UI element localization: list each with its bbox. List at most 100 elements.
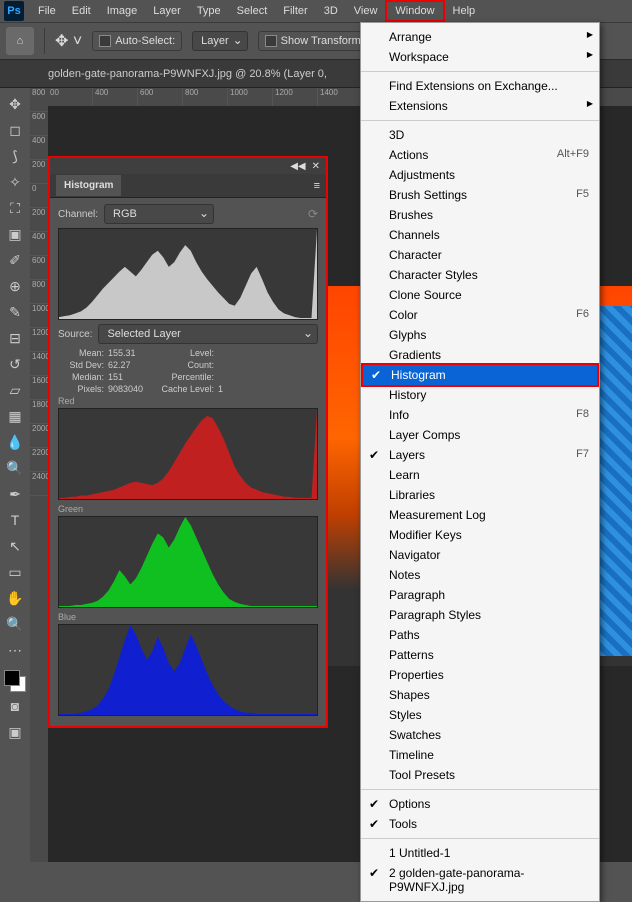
document-tab[interactable]: golden-gate-panorama-P9WNFXJ.jpg @ 20.8%…	[40, 68, 339, 80]
panel-menu-icon[interactable]: ≡	[314, 180, 320, 192]
menu-item-paragraph[interactable]: Paragraph	[361, 585, 599, 605]
menu-item-extensions[interactable]: Extensions▶	[361, 96, 599, 116]
wand-tool[interactable]: ✧	[3, 170, 27, 194]
menu-3d[interactable]: 3D	[316, 2, 346, 20]
menu-item-brush-settings[interactable]: Brush SettingsF5	[361, 185, 599, 205]
menu-item-patterns[interactable]: Patterns	[361, 645, 599, 665]
home-icon: ⌂	[17, 35, 24, 47]
channel-label: Channel:	[58, 209, 98, 220]
menu-item-1-untitled-1[interactable]: 1 Untitled-1	[361, 843, 599, 863]
menu-item-gradients[interactable]: Gradients	[361, 345, 599, 365]
close-icon[interactable]: ✕	[312, 161, 320, 172]
menu-item-3d[interactable]: 3D	[361, 125, 599, 145]
menu-item-color[interactable]: ColorF6	[361, 305, 599, 325]
ps-logo: Ps	[4, 1, 24, 21]
type-tool[interactable]: T	[3, 508, 27, 532]
window-menu-dropdown: Arrange▶Workspace▶ Find Extensions on Exc…	[360, 22, 600, 902]
menu-item-info[interactable]: InfoF8	[361, 405, 599, 425]
menu-item-history[interactable]: History	[361, 385, 599, 405]
auto-select-checkbox[interactable]: Auto-Select:	[92, 31, 182, 51]
menu-item-modifier-keys[interactable]: Modifier Keys	[361, 525, 599, 545]
heal-tool[interactable]: ⊕	[3, 274, 27, 298]
menu-item-paths[interactable]: Paths	[361, 625, 599, 645]
blur-tool[interactable]: 💧	[3, 430, 27, 454]
menu-item-workspace[interactable]: Workspace▶	[361, 47, 599, 67]
menu-item-layers[interactable]: ✔LayersF7	[361, 445, 599, 465]
dodge-tool[interactable]: 🔍	[3, 456, 27, 480]
lasso-tool[interactable]: ⟆	[3, 144, 27, 168]
menu-item-arrange[interactable]: Arrange▶	[361, 27, 599, 47]
menu-item-measurement-log[interactable]: Measurement Log	[361, 505, 599, 525]
menu-item-channels[interactable]: Channels	[361, 225, 599, 245]
ruler-vertical: 8006004002000200400600800100012001400160…	[30, 88, 48, 862]
menu-item-notes[interactable]: Notes	[361, 565, 599, 585]
refresh-icon[interactable]: ⟳	[308, 207, 318, 221]
histogram-stats: Mean:155.31 Level: Std Dev:62.27 Count: …	[58, 348, 318, 394]
move-tool[interactable]: ✥	[3, 92, 27, 116]
histogram-blue	[58, 624, 318, 716]
zoom-tool[interactable]: 🔍	[3, 612, 27, 636]
menu-item-histogram[interactable]: ✔Histogram	[361, 363, 599, 387]
crop-tool[interactable]: ⛶	[3, 196, 27, 220]
source-label: Source:	[58, 329, 92, 340]
history-brush-tool[interactable]: ↺	[3, 352, 27, 376]
menu-select[interactable]: Select	[229, 2, 276, 20]
more-tools[interactable]: ⋯	[3, 638, 27, 662]
frame-tool[interactable]: ▣	[3, 222, 27, 246]
menu-item-tools[interactable]: ✔Tools	[361, 814, 599, 834]
hand-tool[interactable]: ✋	[3, 586, 27, 610]
menu-item-character-styles[interactable]: Character Styles	[361, 265, 599, 285]
move-tool-icon[interactable]: ✥ ˅	[55, 31, 82, 51]
menu-item-character[interactable]: Character	[361, 245, 599, 265]
menu-item-timeline[interactable]: Timeline	[361, 745, 599, 765]
shape-tool[interactable]: ▭	[3, 560, 27, 584]
menu-item-adjustments[interactable]: Adjustments	[361, 165, 599, 185]
channel-select[interactable]: RGB	[104, 204, 214, 224]
menu-window[interactable]: Window	[385, 0, 444, 22]
menu-image[interactable]: Image	[99, 2, 146, 20]
menu-help[interactable]: Help	[445, 2, 484, 20]
collapse-icon[interactable]: ◀◀	[290, 161, 305, 172]
layer-select[interactable]: Layer	[192, 31, 248, 51]
pen-tool[interactable]: ✒	[3, 482, 27, 506]
menu-item-brushes[interactable]: Brushes	[361, 205, 599, 225]
marquee-tool[interactable]: ◻	[3, 118, 27, 142]
eyedropper-tool[interactable]: ✐	[3, 248, 27, 272]
menu-item-tool-presets[interactable]: Tool Presets	[361, 765, 599, 785]
menu-item-navigator[interactable]: Navigator	[361, 545, 599, 565]
menu-layer[interactable]: Layer	[145, 2, 189, 20]
menu-item-glyphs[interactable]: Glyphs	[361, 325, 599, 345]
show-transform-label: Show Transform C	[281, 35, 372, 47]
stamp-tool[interactable]: ⊟	[3, 326, 27, 350]
gradient-tool[interactable]: ▦	[3, 404, 27, 428]
color-swatch[interactable]	[4, 670, 26, 692]
menu-file[interactable]: File	[30, 2, 64, 20]
menu-item-libraries[interactable]: Libraries	[361, 485, 599, 505]
menu-item-properties[interactable]: Properties	[361, 665, 599, 685]
panel-header[interactable]: ◀◀ ✕	[50, 158, 326, 174]
menu-item-layer-comps[interactable]: Layer Comps	[361, 425, 599, 445]
menu-item-swatches[interactable]: Swatches	[361, 725, 599, 745]
menu-item-paragraph-styles[interactable]: Paragraph Styles	[361, 605, 599, 625]
source-select[interactable]: Selected Layer	[98, 324, 318, 344]
quickmask-tool[interactable]: ◙	[3, 694, 27, 718]
histogram-tab[interactable]: Histogram	[56, 175, 121, 196]
eraser-tool[interactable]: ▱	[3, 378, 27, 402]
menu-item-shapes[interactable]: Shapes	[361, 685, 599, 705]
menu-item-2-golden-gate-panorama-p9wnfxj-jpg[interactable]: ✔2 golden-gate-panorama-P9WNFXJ.jpg	[361, 863, 599, 897]
menu-item-options[interactable]: ✔Options	[361, 794, 599, 814]
menu-filter[interactable]: Filter	[275, 2, 315, 20]
menu-item-find-extensions-on-exchange-[interactable]: Find Extensions on Exchange...	[361, 76, 599, 96]
screenmode-tool[interactable]: ▣	[3, 720, 27, 744]
histogram-red	[58, 408, 318, 500]
menu-type[interactable]: Type	[189, 2, 229, 20]
home-button[interactable]: ⌂	[6, 27, 34, 55]
brush-tool[interactable]: ✎	[3, 300, 27, 324]
path-tool[interactable]: ↖	[3, 534, 27, 558]
menu-view[interactable]: View	[346, 2, 386, 20]
menu-item-learn[interactable]: Learn	[361, 465, 599, 485]
menu-item-actions[interactable]: ActionsAlt+F9	[361, 145, 599, 165]
menu-item-clone-source[interactable]: Clone Source	[361, 285, 599, 305]
menu-item-styles[interactable]: Styles	[361, 705, 599, 725]
menu-edit[interactable]: Edit	[64, 2, 99, 20]
